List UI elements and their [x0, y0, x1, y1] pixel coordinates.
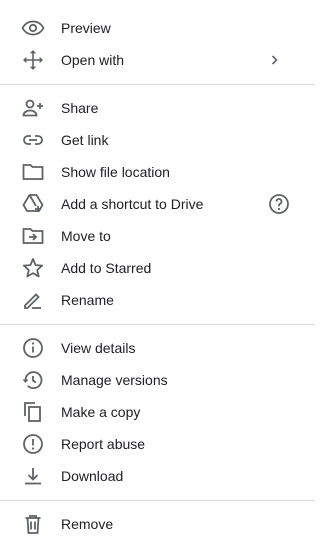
drive-shortcut-icon: [21, 192, 45, 216]
menu-item-label: Open with: [61, 52, 125, 68]
pencil-icon: [21, 288, 45, 312]
history-icon: [21, 368, 45, 392]
menu-item-add-shortcut-to-drive[interactable]: Add a shortcut to Drive: [0, 188, 315, 220]
menu-item-label: Add to Starred: [61, 260, 152, 276]
menu-item-rename[interactable]: Rename: [0, 284, 315, 316]
menu-item-add-to-starred[interactable]: Add to Starred: [0, 252, 315, 284]
person-add-icon: [21, 96, 45, 120]
context-menu: Preview Open with Share Get link Show fi…: [0, 0, 315, 555]
link-icon: [21, 128, 45, 152]
menu-item-label: Manage versions: [61, 372, 168, 388]
menu-item-preview[interactable]: Preview: [0, 12, 315, 44]
menu-item-get-link[interactable]: Get link: [0, 124, 315, 156]
trash-icon: [21, 512, 45, 536]
menu-item-label: Preview: [61, 20, 111, 36]
menu-item-label: Report abuse: [61, 436, 146, 452]
chevron-right-icon: [267, 48, 283, 72]
download-icon: [21, 464, 45, 488]
menu-item-label: Remove: [61, 516, 114, 532]
menu-item-remove[interactable]: Remove: [0, 508, 315, 540]
copy-icon: [21, 400, 45, 424]
menu-item-view-details[interactable]: View details: [0, 332, 315, 364]
menu-item-label: Make a copy: [61, 404, 141, 420]
folder-move-icon: [21, 224, 45, 248]
menu-divider: [0, 84, 315, 85]
help-circle-icon[interactable]: [267, 192, 291, 216]
eye-icon: [21, 16, 45, 40]
menu-item-share[interactable]: Share: [0, 92, 315, 124]
folder-icon: [21, 160, 45, 184]
report-icon: [21, 432, 45, 456]
menu-item-download[interactable]: Download: [0, 460, 315, 492]
menu-item-label: Add a shortcut to Drive: [61, 196, 204, 212]
menu-item-report-abuse[interactable]: Report abuse: [0, 428, 315, 460]
menu-item-label: Download: [61, 468, 124, 484]
menu-item-show-file-location[interactable]: Show file location: [0, 156, 315, 188]
menu-item-label: View details: [61, 340, 136, 356]
menu-item-open-with[interactable]: Open with: [0, 44, 315, 76]
menu-item-label: Rename: [61, 292, 114, 308]
menu-divider: [0, 324, 315, 325]
menu-item-move-to[interactable]: Move to: [0, 220, 315, 252]
menu-item-label: Show file location: [61, 164, 170, 180]
menu-item-label: Move to: [61, 228, 111, 244]
menu-item-make-a-copy[interactable]: Make a copy: [0, 396, 315, 428]
star-outline-icon: [21, 256, 45, 280]
info-icon: [21, 336, 45, 360]
menu-item-manage-versions[interactable]: Manage versions: [0, 364, 315, 396]
menu-divider: [0, 500, 315, 501]
move-arrows-icon: [21, 48, 45, 72]
menu-item-label: Share: [61, 100, 99, 116]
menu-item-label: Get link: [61, 132, 109, 148]
